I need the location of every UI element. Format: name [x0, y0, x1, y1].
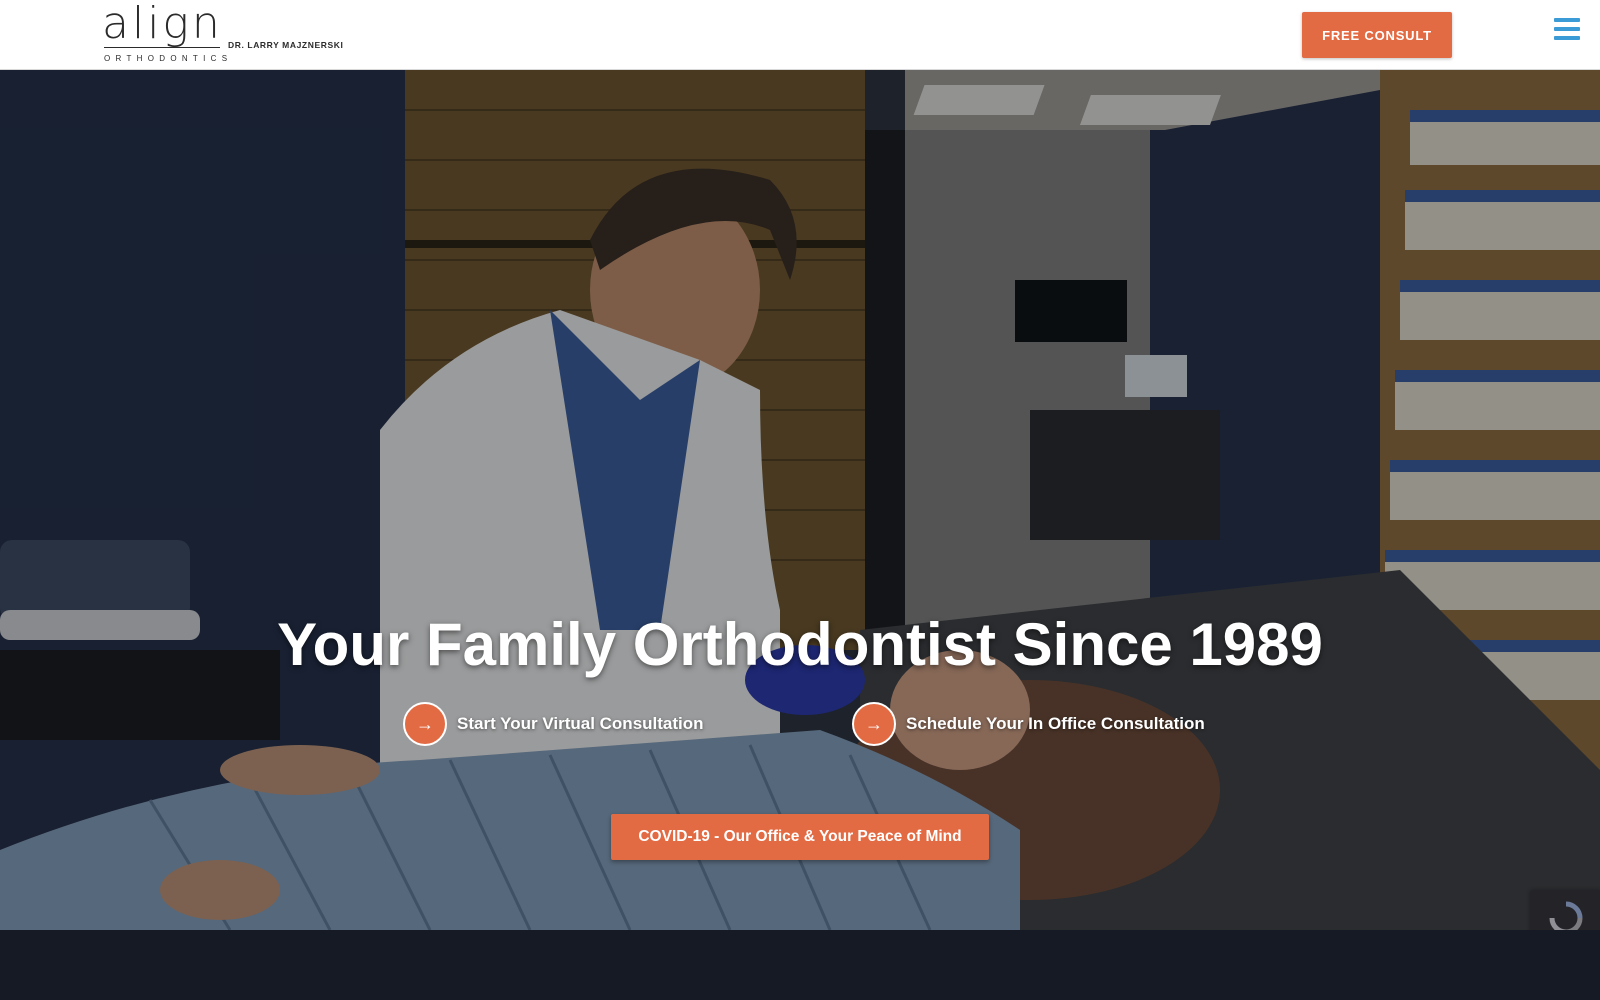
arrow-right-icon: → [403, 702, 447, 746]
office-consultation-label: Schedule Your In Office Consultation [906, 714, 1205, 733]
covid-info-button[interactable]: COVID-19 - Our Office & Your Peace of Mi… [611, 814, 989, 860]
dark-footer-band [0, 930, 1600, 1000]
doctor-name: DR. LARRY MAJZNERSKI [228, 40, 344, 50]
hero-heading: Your Family Orthodontist Since 1989 [277, 611, 1323, 678]
recaptcha-icon [1549, 901, 1583, 930]
site-header: align ORTHODONTICS DR. LARRY MAJZNERSKI … [0, 0, 1600, 70]
virtual-consultation-link[interactable]: → Start Your Virtual Consultation [403, 702, 704, 746]
logo-subtitle: ORTHODONTICS [104, 54, 233, 63]
hamburger-menu-icon[interactable] [1554, 18, 1580, 42]
free-consult-button[interactable]: FREE CONSULT [1302, 12, 1452, 58]
recaptcha-badge[interactable] [1530, 890, 1600, 930]
align-orthodontics-logo[interactable]: align ORTHODONTICS DR. LARRY MAJZNERSKI [102, 0, 362, 64]
arrow-right-icon: → [852, 702, 896, 746]
logo-divider [104, 47, 220, 48]
hero-dark-overlay [0, 70, 1600, 930]
office-consultation-link[interactable]: → Schedule Your In Office Consultation [852, 702, 1205, 746]
logo-wordmark: align [102, 0, 223, 49]
virtual-consultation-label: Start Your Virtual Consultation [457, 714, 704, 733]
hero-section: Your Family Orthodontist Since 1989 → St… [0, 70, 1600, 930]
